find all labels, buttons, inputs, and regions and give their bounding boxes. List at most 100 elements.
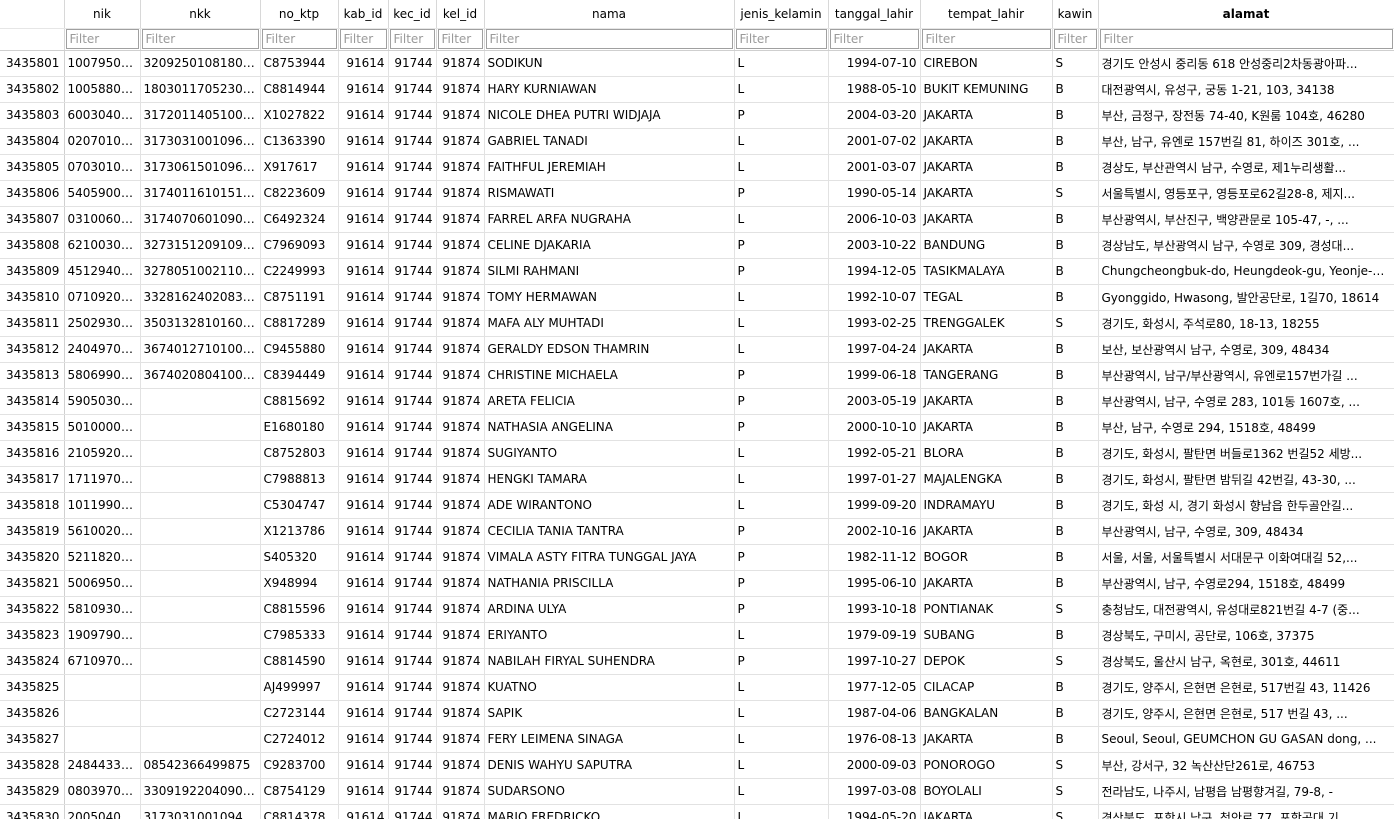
cell-kawin[interactable]: B [1052, 336, 1099, 363]
cell-alamat[interactable]: 경기도 안성시 중리동 618 안성중리2차동광아파... [1098, 50, 1394, 77]
cell-tempat-lahir[interactable]: JAKARTA [920, 570, 1053, 597]
cell-no-ktp[interactable]: X1213786 [260, 518, 339, 545]
cell-nama[interactable]: HENGKI TAMARA [484, 466, 735, 493]
cell-kab-id[interactable]: 91614 [338, 336, 389, 363]
cell-tanggal-lahir[interactable]: 1997-03-08 [828, 778, 921, 805]
cell-kel-id[interactable]: 91874 [436, 414, 485, 441]
cell-nik[interactable]: 1005880004 [64, 76, 141, 103]
cell-nik[interactable]: 6210030001 [64, 232, 141, 259]
column-header-nama[interactable]: nama [484, 0, 735, 29]
filter-input-kab-id[interactable]: Filter [339, 29, 387, 49]
cell-kec-id[interactable]: 91744 [388, 284, 437, 311]
row-header[interactable]: 3435821 [0, 570, 65, 597]
cell-kawin[interactable]: S [1052, 180, 1099, 207]
cell-nkk[interactable] [140, 700, 261, 727]
row-header[interactable]: 3435826 [0, 700, 65, 727]
row-header[interactable]: 3435819 [0, 518, 65, 545]
cell-no-ktp[interactable]: C7988813 [260, 466, 339, 493]
cell-kab-id[interactable]: 91614 [338, 362, 389, 389]
cell-kawin[interactable]: B [1052, 570, 1099, 597]
cell-no-ktp[interactable]: C8815596 [260, 596, 339, 623]
cell-alamat[interactable]: 경기도, 양주시, 은현면 은현로, 517번길 43, 11426 [1098, 674, 1394, 701]
table-row[interactable]: 3435814 5905030007 C8815692 91614 91744 91874… [0, 388, 1394, 415]
cell-nik[interactable]: 0310060002 [64, 206, 141, 233]
cell-jenis-kelamin[interactable]: L [734, 76, 829, 103]
cell-tempat-lahir[interactable]: TEGAL [920, 284, 1053, 311]
cell-kec-id[interactable]: 91744 [388, 752, 437, 779]
cell-kawin[interactable]: S [1052, 648, 1099, 675]
cell-kel-id[interactable]: 91874 [436, 544, 485, 571]
table-row[interactable]: 3435827 C2724012 91614 91744 91874 FERY LEIME… [0, 726, 1394, 753]
cell-tempat-lahir[interactable]: JAKARTA [920, 804, 1053, 819]
cell-jenis-kelamin[interactable]: P [734, 232, 829, 259]
row-header[interactable]: 3435804 [0, 128, 65, 155]
cell-kab-id[interactable]: 91614 [338, 154, 389, 181]
cell-nik[interactable]: 0207010002 [64, 128, 141, 155]
row-header[interactable]: 3435816 [0, 440, 65, 467]
cell-nama[interactable]: NICOLE DHEA PUTRI WIDJAJA [484, 102, 735, 129]
cell-nik[interactable]: 5810930003 [64, 596, 141, 623]
cell-nama[interactable]: VIMALA ASTY FITRA TUNGGAL JAYA [484, 544, 735, 571]
cell-kab-id[interactable]: 91614 [338, 180, 389, 207]
cell-kawin[interactable]: B [1052, 622, 1099, 649]
row-header[interactable]: 3435829 [0, 778, 65, 805]
cell-tempat-lahir[interactable]: BUKIT KEMUNING [920, 76, 1053, 103]
cell-nkk[interactable] [140, 544, 261, 571]
cell-no-ktp[interactable]: C8394449 [260, 362, 339, 389]
cell-jenis-kelamin[interactable]: L [734, 50, 829, 77]
filter-input-tanggal-lahir[interactable]: Filter [829, 29, 919, 49]
cell-nik[interactable] [64, 674, 141, 701]
cell-kawin[interactable]: B [1052, 76, 1099, 103]
cell-kab-id[interactable]: 91614 [338, 518, 389, 545]
row-header[interactable]: 3435810 [0, 284, 65, 311]
cell-tempat-lahir[interactable]: JAKARTA [920, 180, 1053, 207]
cell-tempat-lahir[interactable]: TASIKMALAYA [920, 258, 1053, 285]
cell-nama[interactable]: MARIO FREDRICKO [484, 804, 735, 819]
cell-tanggal-lahir[interactable]: 1997-10-27 [828, 648, 921, 675]
cell-nama[interactable]: HARY KURNIAWAN [484, 76, 735, 103]
table-row[interactable]: 3435821 5006950003 X948994 91614 91744 91874 N… [0, 570, 1394, 597]
cell-kec-id[interactable]: 91744 [388, 700, 437, 727]
cell-tanggal-lahir[interactable]: 1987-04-06 [828, 700, 921, 727]
cell-nkk[interactable] [140, 440, 261, 467]
cell-nkk[interactable] [140, 622, 261, 649]
cell-nik[interactable]: 5610020003 [64, 518, 141, 545]
cell-alamat[interactable]: 부산, 금정구, 장전동 74-40, K원룸 104호, 46280 [1098, 102, 1394, 129]
cell-kab-id[interactable]: 91614 [338, 206, 389, 233]
cell-kawin[interactable]: S [1052, 804, 1099, 819]
cell-tanggal-lahir[interactable]: 2003-05-19 [828, 388, 921, 415]
cell-nama[interactable]: FARREL ARFA NUGRAHA [484, 206, 735, 233]
cell-kel-id[interactable]: 91874 [436, 180, 485, 207]
cell-kab-id[interactable]: 91614 [338, 700, 389, 727]
table-row[interactable]: 3435828 2484433349 08542366499875 C9283700 9… [0, 752, 1394, 779]
cell-nama[interactable]: NATHANIA PRISCILLA [484, 570, 735, 597]
cell-nik[interactable]: 5010000003 [64, 414, 141, 441]
row-header[interactable]: 3435808 [0, 232, 65, 259]
cell-no-ktp[interactable]: C8814590 [260, 648, 339, 675]
cell-kab-id[interactable]: 91614 [338, 76, 389, 103]
table-row[interactable]: 3435817 1711970002 C7988813 91614 91744 91874… [0, 466, 1394, 493]
cell-jenis-kelamin[interactable]: L [734, 778, 829, 805]
table-row[interactable]: 3435810 0710920005 3328162402083422 C875119… [0, 284, 1394, 311]
cell-kab-id[interactable]: 91614 [338, 414, 389, 441]
cell-kawin[interactable]: B [1052, 362, 1099, 389]
cell-tempat-lahir[interactable]: DEPOK [920, 648, 1053, 675]
cell-nkk[interactable]: 3674012710100046 [140, 336, 261, 363]
cell-kel-id[interactable]: 91874 [436, 674, 485, 701]
table-row[interactable]: 3435804 0207010002 3173031001096968 C136339… [0, 128, 1394, 155]
cell-alamat[interactable]: 경기도, 화성시, 팔탄면 버들로1362 번길52 세방... [1098, 440, 1394, 467]
table-row[interactable]: 3435823 1909790007 C7985333 91614 91744 91874… [0, 622, 1394, 649]
cell-kec-id[interactable]: 91744 [388, 596, 437, 623]
cell-jenis-kelamin[interactable]: L [734, 206, 829, 233]
cell-kel-id[interactable]: 91874 [436, 206, 485, 233]
cell-nama[interactable]: MAFA ALY MUHTADI [484, 310, 735, 337]
filter-input-no-ktp[interactable]: Filter [261, 29, 337, 49]
cell-kawin[interactable]: B [1052, 700, 1099, 727]
cell-kec-id[interactable]: 91744 [388, 102, 437, 129]
table-row[interactable]: 3435818 1011990003 C5304747 91614 91744 91874… [0, 492, 1394, 519]
cell-nama[interactable]: FAITHFUL JEREMIAH [484, 154, 735, 181]
cell-kawin[interactable]: B [1052, 466, 1099, 493]
cell-nik[interactable]: 0803970003 [64, 778, 141, 805]
column-header-tempat-lahir[interactable]: tempat_lahir [920, 0, 1053, 29]
cell-alamat[interactable]: 부산광역시, 남구, 수영로294, 1518호, 48499 [1098, 570, 1394, 597]
